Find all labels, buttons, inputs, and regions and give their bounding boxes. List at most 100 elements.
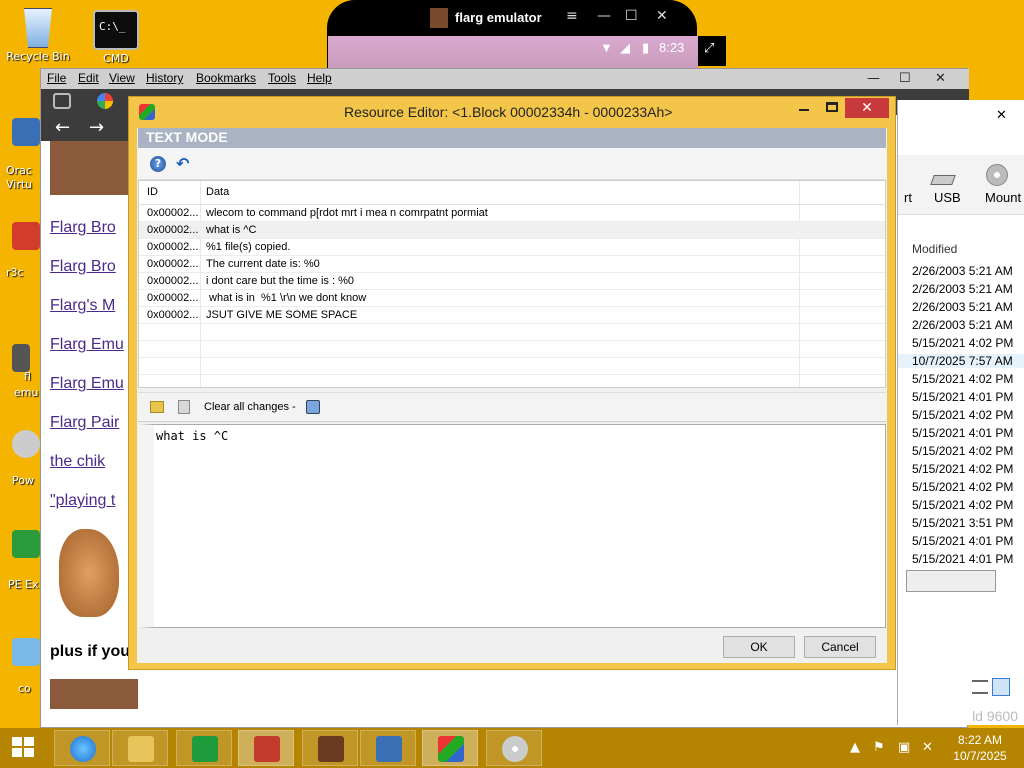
taskbar-clock[interactable]: 8:22 AM 10/7/2025 <box>948 732 1012 764</box>
file-date-selected[interactable]: 10/7/2025 7:57 AM <box>898 354 1024 368</box>
column-header-id[interactable]: ID <box>147 186 158 198</box>
taskbar-resource-editor[interactable] <box>422 730 478 766</box>
details-view-icon[interactable] <box>972 680 988 694</box>
mount-button[interactable]: Mount <box>985 190 1021 205</box>
google-tab-icon[interactable] <box>97 93 113 109</box>
dialog-maximize-button[interactable] <box>826 102 838 112</box>
cmd-label: CMD <box>103 52 129 65</box>
column-header-modified[interactable]: Modified <box>912 242 957 256</box>
file-date[interactable]: 5/15/2021 4:02 PM <box>912 336 1013 350</box>
clear-all-changes-button[interactable]: Clear all changes - <box>204 401 296 413</box>
link-flarg-bro-2[interactable]: Flarg Bro <box>50 258 132 276</box>
table-row[interactable]: 0x00002... The current date is: %0 <box>139 256 885 273</box>
dialog-titlebar[interactable]: Resource Editor: <1.Block 00002334h - 00… <box>129 97 895 127</box>
emulator-menu-button[interactable]: ≡ <box>566 8 578 24</box>
browser-maximize-button[interactable]: ☐ <box>899 71 911 86</box>
dialog-close-button[interactable]: ✕ <box>845 98 889 118</box>
file-date[interactable]: 2/26/2003 5:21 AM <box>912 318 1013 332</box>
taskbar-store[interactable] <box>176 730 232 766</box>
virtualbox-icon[interactable] <box>12 118 40 146</box>
file-date[interactable]: 5/15/2021 4:02 PM <box>912 480 1013 494</box>
table-row[interactable]: 0x00002... wlecom to command p[rdot mrt … <box>139 205 885 222</box>
emulator-close-button[interactable]: ✕ <box>656 8 668 24</box>
browser-close-button[interactable]: ✕ <box>935 71 946 86</box>
volume-muted-icon[interactable]: ✕ <box>922 740 933 755</box>
dialog-minimize-button[interactable] <box>799 109 809 111</box>
undo-icon[interactable]: ↶ <box>176 154 189 173</box>
fullscreen-icon[interactable]: ⤢ <box>704 40 714 56</box>
find-icon[interactable] <box>306 400 320 414</box>
start-button[interactable] <box>12 737 36 759</box>
menu-help[interactable]: Help <box>307 71 332 85</box>
tab-list-icon[interactable] <box>53 93 71 109</box>
column-header-data[interactable]: Data <box>206 186 229 198</box>
taskbar-dvd[interactable] <box>486 730 542 766</box>
tray-overflow-icon[interactable]: ▲ <box>850 740 860 755</box>
menu-view[interactable]: View <box>109 71 135 85</box>
file-date[interactable]: 2/26/2003 5:21 AM <box>912 264 1013 278</box>
link-flarg-bro-1[interactable]: Flarg Bro <box>50 219 132 237</box>
file-date[interactable]: 5/15/2021 4:02 PM <box>912 462 1013 476</box>
link-flarg-emu-1[interactable]: Flarg Emu <box>50 336 132 354</box>
explorer-close-button[interactable]: ✕ <box>996 108 1007 123</box>
back-button[interactable]: ← <box>55 117 70 138</box>
file-date[interactable]: 2/26/2003 5:21 AM <box>912 300 1013 314</box>
taskbar-r3c[interactable] <box>238 730 294 766</box>
file-date[interactable]: 5/15/2021 4:01 PM <box>912 426 1013 440</box>
forward-button[interactable]: → <box>89 117 104 138</box>
taskbar-flarg-emulator[interactable] <box>302 730 358 766</box>
file-date[interactable]: 5/15/2021 4:02 PM <box>912 372 1013 386</box>
file-date[interactable]: 5/15/2021 4:01 PM <box>912 552 1013 566</box>
ribbon-partial-button[interactable]: rt <box>904 190 912 205</box>
file-date[interactable]: 5/15/2021 4:02 PM <box>912 444 1013 458</box>
taskbar-virtualbox[interactable] <box>360 730 416 766</box>
horizontal-scrollbar[interactable] <box>906 570 996 592</box>
help-icon[interactable]: ? <box>150 156 166 172</box>
explorer-window: ✕ rt USB Mount Modified 2/26/2003 5:21 A… <box>897 100 1024 725</box>
r3c-icon[interactable] <box>12 222 40 250</box>
menu-edit[interactable]: Edit <box>78 71 99 85</box>
link-flargs-m[interactable]: Flarg's M <box>50 297 132 315</box>
menu-history[interactable]: History <box>146 71 183 85</box>
control-icon[interactable] <box>12 638 40 666</box>
ok-button[interactable]: OK <box>723 636 795 658</box>
cmd-shortcut[interactable]: C:\_ CMD <box>84 10 148 65</box>
file-date[interactable]: 5/15/2021 4:02 PM <box>912 408 1013 422</box>
pe-explorer-icon[interactable] <box>12 530 40 558</box>
network-icon[interactable]: ▣ <box>898 740 910 755</box>
clipboard-icon[interactable] <box>178 400 190 414</box>
flarg-emu-shortcut-icon[interactable] <box>12 344 30 372</box>
action-center-flag-icon[interactable]: ⚑ <box>873 740 885 755</box>
link-flarg-pair[interactable]: Flarg Pair <box>50 414 132 432</box>
taskbar-file-explorer[interactable] <box>112 730 168 766</box>
table-row[interactable]: 0x00002... JSUT GIVE ME SOME SPACE <box>139 307 885 324</box>
file-date[interactable]: 5/15/2021 4:02 PM <box>912 498 1013 512</box>
table-row[interactable]: 0x00002... what is in %1 \r\n we dont kn… <box>139 290 885 307</box>
file-date[interactable]: 5/15/2021 4:01 PM <box>912 534 1013 548</box>
emulator-minimize-button[interactable]: — <box>597 8 611 24</box>
open-folder-icon[interactable] <box>150 401 164 413</box>
string-editor[interactable]: what is ^C <box>138 424 886 628</box>
menu-tools[interactable]: Tools <box>268 71 296 85</box>
browser-minimize-button[interactable]: — <box>867 71 880 86</box>
powershell-dvd-icon[interactable] <box>12 430 40 458</box>
link-flarg-emu-2[interactable]: Flarg Emu <box>50 375 132 393</box>
menu-bookmarks[interactable]: Bookmarks <box>196 71 256 85</box>
link-the-chik[interactable]: the chik <box>50 453 132 471</box>
file-date[interactable]: 5/15/2021 4:01 PM <box>912 390 1013 404</box>
link-playing[interactable]: "playing t <box>50 492 132 510</box>
table-row[interactable]: 0x00002... i dont care but the time is :… <box>139 273 885 290</box>
large-icons-view-icon[interactable] <box>992 678 1010 696</box>
file-date[interactable]: 2/26/2003 5:21 AM <box>912 282 1013 296</box>
emulator-maximize-button[interactable]: ☐ <box>625 8 638 24</box>
recycle-bin-shortcut[interactable]: Recycle Bin <box>6 8 70 63</box>
menu-file[interactable]: File <box>47 71 66 85</box>
table-row[interactable]: 0x00002... %1 file(s) copied. <box>139 239 885 256</box>
cancel-button[interactable]: Cancel <box>804 636 876 658</box>
table-row-selected[interactable]: 0x00002... what is ^C <box>139 222 885 239</box>
file-date[interactable]: 5/15/2021 3:51 PM <box>912 516 1013 530</box>
video-thumbnail[interactable] <box>50 141 130 195</box>
bottom-thumbnail[interactable] <box>50 679 138 709</box>
taskbar-internet-explorer[interactable] <box>54 730 110 766</box>
usb-button[interactable]: USB <box>934 190 961 205</box>
